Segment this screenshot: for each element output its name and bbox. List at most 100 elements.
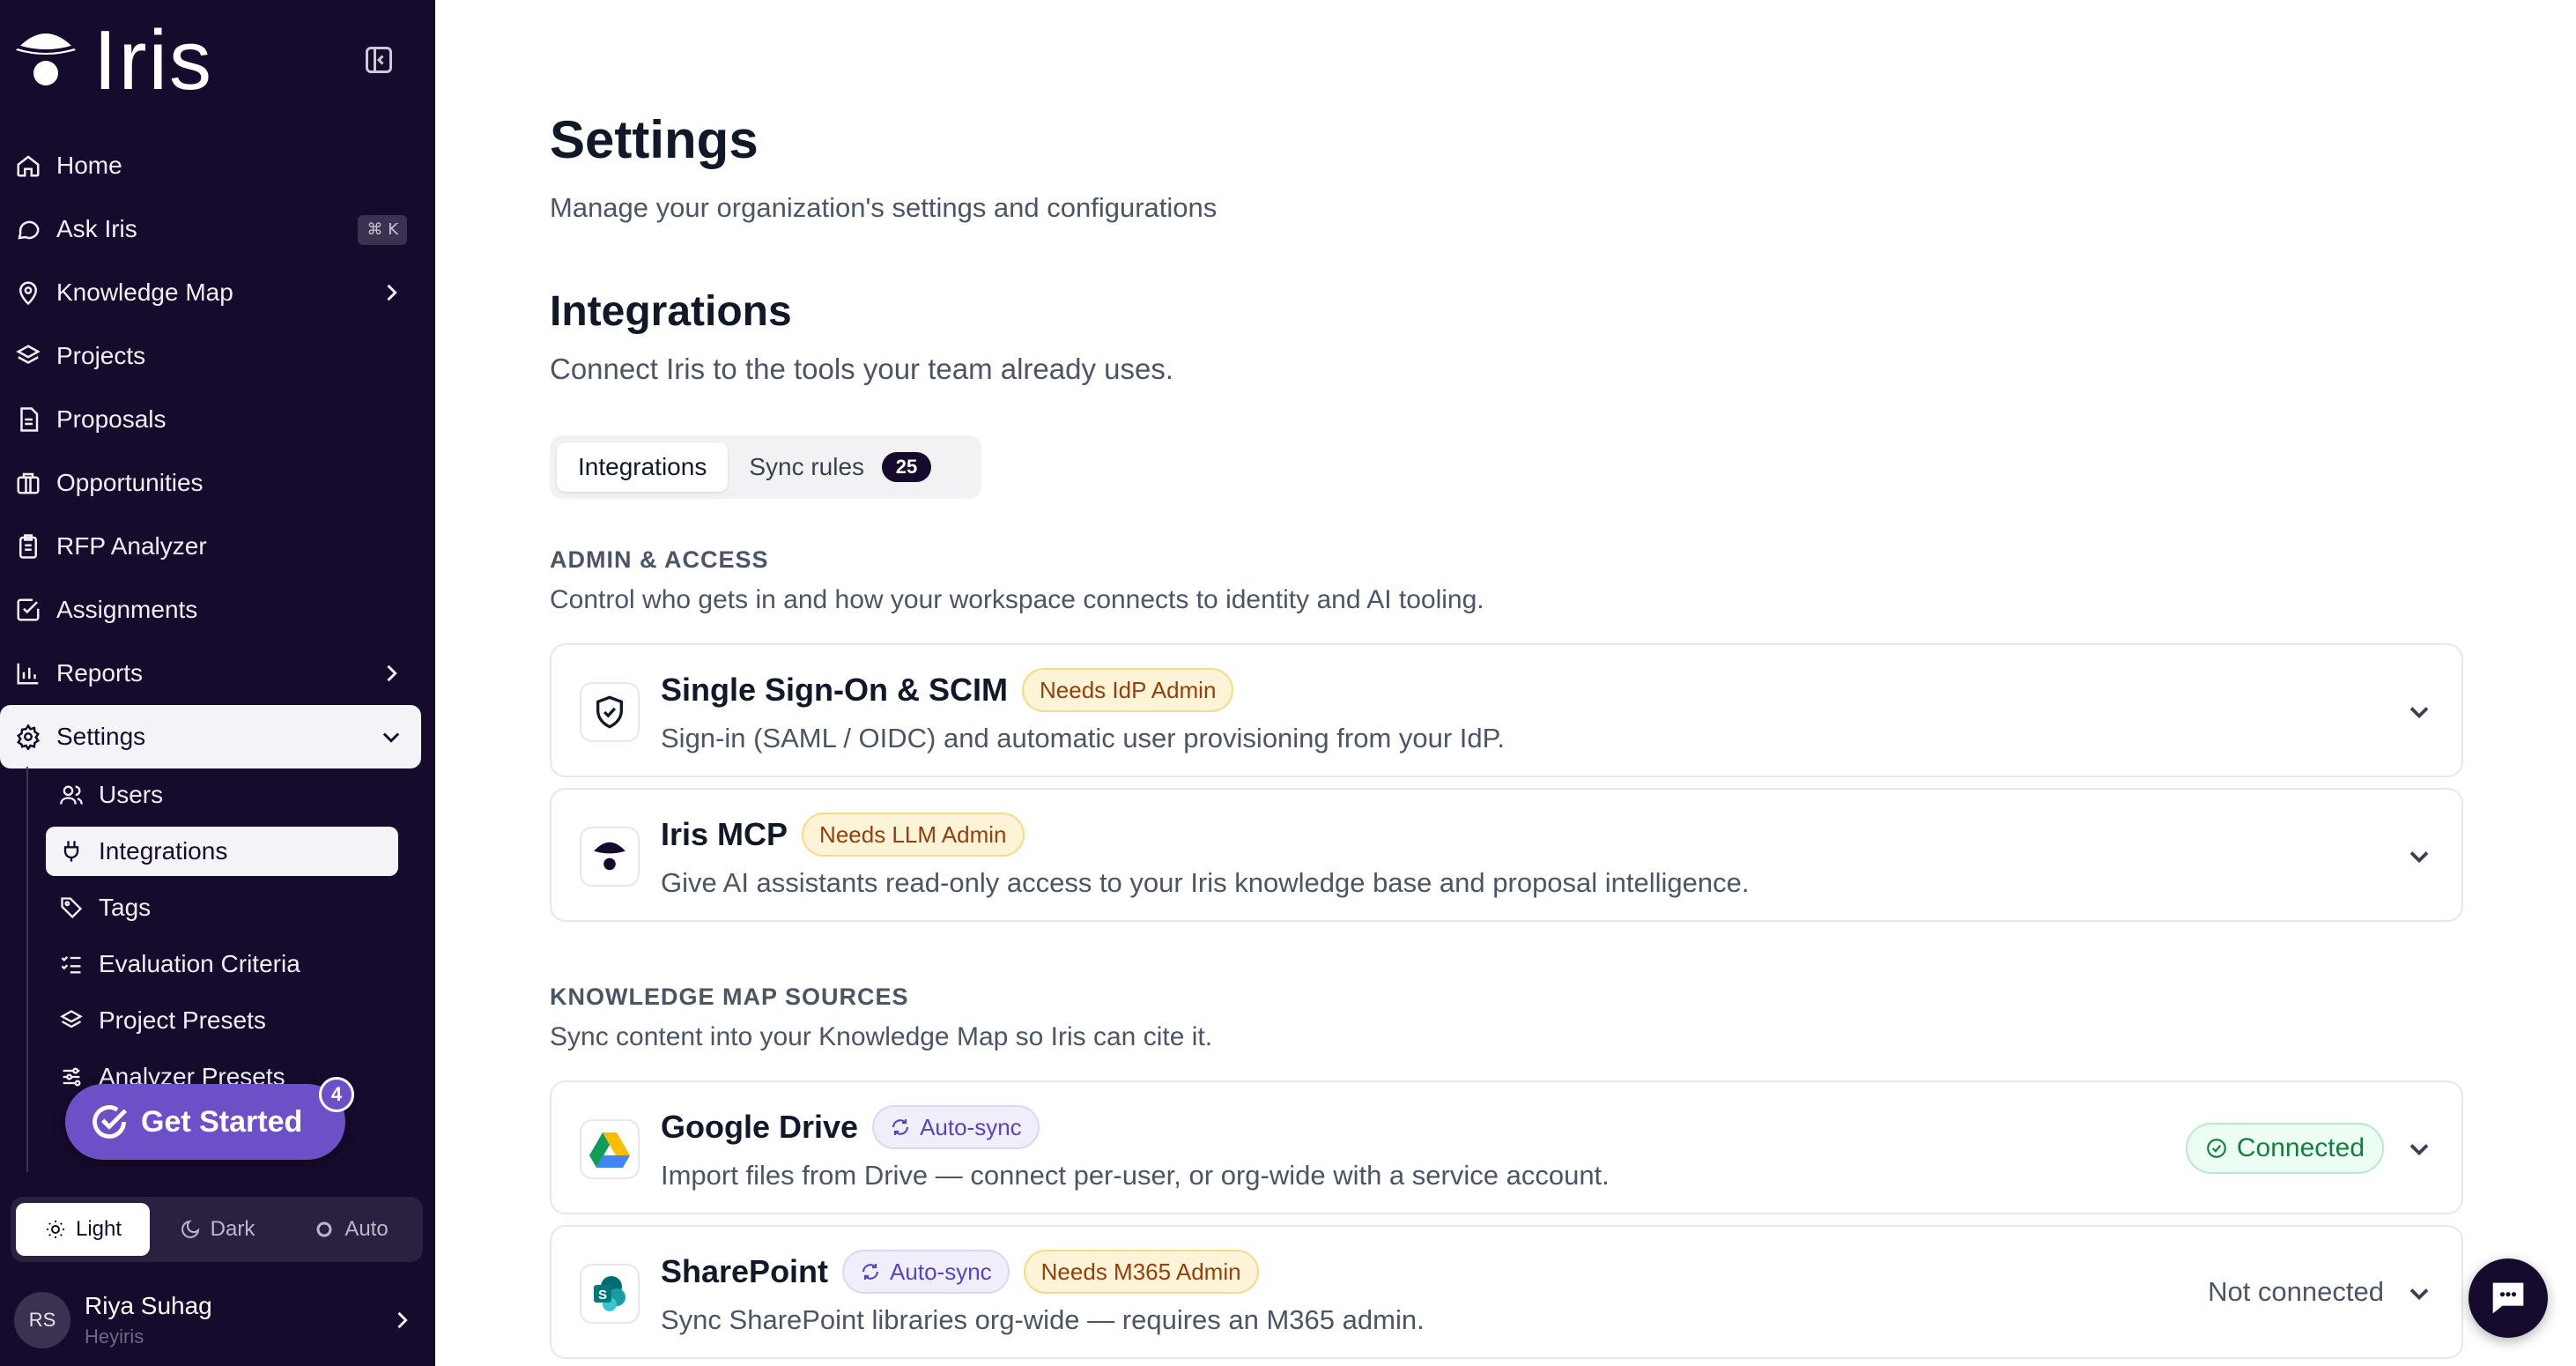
nav-item-reports[interactable]: Reports bbox=[0, 642, 435, 705]
theme-dark-label: Dark bbox=[210, 1217, 255, 1241]
nav-label: Assignments bbox=[56, 596, 198, 623]
sidebar-toggle-icon bbox=[366, 47, 392, 73]
card-description: Sign-in (SAML / OIDC) and automatic user… bbox=[661, 723, 1505, 754]
sidebar-item-users[interactable]: Users bbox=[28, 767, 396, 823]
nav-item-rfp-analyzer[interactable]: RFP Analyzer bbox=[0, 515, 435, 578]
nav-label: Ask Iris bbox=[56, 215, 137, 242]
plug-icon bbox=[58, 838, 85, 865]
user-menu[interactable]: RS Riya Suhag Heyiris bbox=[14, 1285, 428, 1355]
theme-auto-button[interactable]: Auto bbox=[284, 1203, 418, 1256]
needs-admin-badge: Needs M365 Admin bbox=[1023, 1250, 1259, 1294]
get-started-button[interactable]: Get Started bbox=[65, 1084, 345, 1160]
sidebar: Iris Home Ask Iris ⌘ K Knowledge Map Pro… bbox=[0, 0, 435, 1366]
status-label: Not connected bbox=[2208, 1276, 2384, 1307]
sidebar-item-project-presets[interactable]: Project Presets bbox=[28, 992, 396, 1049]
refresh-icon bbox=[892, 1119, 909, 1135]
list-checks-icon bbox=[58, 951, 85, 977]
integration-card-google-drive[interactable]: Google Drive Auto-sync Import files from… bbox=[550, 1080, 2463, 1214]
chevron-down-icon bbox=[382, 732, 400, 743]
nav-label: Projects bbox=[56, 342, 146, 369]
nav-item-proposals[interactable]: Proposals bbox=[0, 388, 435, 451]
nav-label: Proposals bbox=[56, 405, 167, 433]
nav-item-settings[interactable]: Settings bbox=[0, 705, 421, 768]
iris-logo[interactable]: Iris bbox=[14, 13, 213, 108]
google-drive-icon bbox=[580, 1119, 640, 1179]
needs-admin-badge: Needs LLM Admin bbox=[802, 813, 1025, 857]
chevron-down-icon[interactable] bbox=[2403, 696, 2435, 728]
card-description: Give AI assistants read-only access to y… bbox=[661, 867, 1750, 898]
needs-admin-badge: Needs IdP Admin bbox=[1022, 668, 1234, 712]
chevron-down-icon[interactable] bbox=[2403, 1133, 2435, 1165]
sliders-icon bbox=[58, 1064, 85, 1090]
auto-circle-icon bbox=[313, 1218, 336, 1241]
get-started-label: Get Started bbox=[141, 1104, 303, 1139]
nav-item-knowledge-map[interactable]: Knowledge Map bbox=[0, 261, 435, 324]
tab-label: Sync rules bbox=[749, 453, 865, 480]
nav-label: Opportunities bbox=[56, 469, 204, 496]
chevron-right-icon bbox=[397, 1311, 408, 1329]
chevron-down-icon[interactable] bbox=[2403, 841, 2435, 872]
layers-icon bbox=[58, 1007, 85, 1034]
integration-card-sharepoint[interactable]: S SharePoint Auto-sync Needs M365 Admin … bbox=[550, 1225, 2463, 1359]
sub-item-label: Evaluation Criteria bbox=[99, 950, 300, 977]
iris-logo-mark-icon bbox=[16, 33, 76, 85]
card-title-row: Iris MCP Needs LLM Admin bbox=[661, 813, 1025, 857]
sub-item-label: Integrations bbox=[99, 837, 228, 865]
card-title: SharePoint bbox=[661, 1253, 829, 1289]
nav-item-projects[interactable]: Projects bbox=[0, 324, 435, 388]
integration-card-iris-mcp[interactable]: Iris MCP Needs LLM Admin Give AI assista… bbox=[550, 788, 2463, 922]
card-title-row: SharePoint Auto-sync Needs M365 Admin bbox=[661, 1250, 1259, 1294]
card-title: Google Drive bbox=[661, 1109, 859, 1145]
avatar: RS bbox=[14, 1292, 70, 1348]
group-label-knowledge-map-sources: KNOWLEDGE MAP SOURCES bbox=[550, 984, 909, 1010]
map-pin-icon bbox=[14, 278, 42, 307]
user-name: Riya Suhag bbox=[85, 1292, 212, 1319]
card-title-row: Single Sign-On & SCIM Needs IdP Admin bbox=[661, 668, 1234, 712]
group-label-admin-access: ADMIN & ACCESS bbox=[550, 546, 769, 573]
auto-sync-badge: Auto-sync bbox=[872, 1105, 1040, 1149]
nav-label: Settings bbox=[56, 723, 146, 750]
sidebar-item-integrations[interactable]: Integrations bbox=[46, 827, 398, 876]
sun-icon bbox=[44, 1218, 67, 1241]
group-description: Control who gets in and how your workspa… bbox=[550, 585, 1484, 614]
app-name: Iris bbox=[93, 13, 213, 108]
svg-text:S: S bbox=[598, 1288, 607, 1303]
nav-label: Reports bbox=[56, 659, 144, 687]
collapse-sidebar-button[interactable] bbox=[363, 44, 395, 76]
nav-item-assignments[interactable]: Assignments bbox=[0, 578, 435, 642]
briefcase-icon bbox=[14, 469, 42, 497]
check-circle-icon bbox=[93, 1105, 128, 1139]
checkbox-icon bbox=[14, 596, 42, 624]
chat-support-icon bbox=[2492, 1282, 2524, 1314]
tab-integrations[interactable]: Integrations bbox=[557, 442, 729, 492]
theme-dark-button[interactable]: Dark bbox=[150, 1203, 284, 1256]
sidebar-item-tags[interactable]: Tags bbox=[28, 880, 396, 936]
sync-rules-count-badge: 25 bbox=[882, 452, 932, 482]
chevron-right-icon bbox=[387, 284, 397, 301]
get-started-count-badge: 4 bbox=[319, 1077, 354, 1112]
page-subtitle: Manage your organization's settings and … bbox=[550, 192, 1218, 223]
nav-item-opportunities[interactable]: Opportunities bbox=[0, 451, 435, 515]
sub-item-label: Users bbox=[99, 781, 164, 808]
chevron-down-icon[interactable] bbox=[2403, 1278, 2435, 1310]
status-badge: Connected bbox=[2185, 1123, 2384, 1174]
auto-sync-label: Auto-sync bbox=[890, 1258, 992, 1285]
chat-bubble-icon bbox=[14, 215, 42, 243]
tab-sync-rules[interactable]: Sync rules 25 bbox=[728, 442, 952, 492]
sidebar-item-evaluation-criteria[interactable]: Evaluation Criteria bbox=[28, 936, 396, 992]
shield-check-icon bbox=[580, 682, 640, 742]
nav-item-home[interactable]: Home bbox=[0, 134, 435, 197]
layers-icon bbox=[14, 342, 42, 370]
nav-item-ask-iris[interactable]: Ask Iris ⌘ K bbox=[0, 197, 435, 261]
clipboard-icon bbox=[14, 532, 42, 561]
user-info: Riya Suhag Heyiris bbox=[85, 1292, 212, 1348]
theme-light-button[interactable]: Light bbox=[16, 1203, 150, 1256]
card-title: Iris MCP bbox=[661, 816, 788, 852]
user-org: Heyiris bbox=[85, 1325, 144, 1347]
check-circle-icon bbox=[2207, 1139, 2226, 1158]
integration-card-sso-scim[interactable]: Single Sign-On & SCIM Needs IdP Admin Si… bbox=[550, 643, 2463, 777]
gear-icon bbox=[14, 723, 42, 751]
sharepoint-icon: S bbox=[580, 1264, 640, 1324]
chat-support-button[interactable] bbox=[2469, 1258, 2548, 1338]
integration-tabs: Integrations Sync rules 25 bbox=[550, 435, 981, 499]
